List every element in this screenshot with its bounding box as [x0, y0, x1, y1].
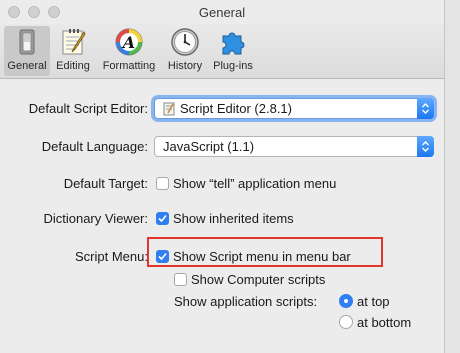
- notepad-pencil-icon: [62, 29, 86, 55]
- default-language-popup[interactable]: JavaScript (1.1): [154, 136, 434, 157]
- tab-formatting[interactable]: A Formatting: [97, 26, 161, 76]
- default-editor-popup[interactable]: Script Editor (2.8.1): [154, 98, 434, 119]
- color-font-icon: A: [115, 28, 143, 56]
- default-editor-value: Script Editor (2.8.1): [180, 101, 292, 116]
- show-inherited-items-text: Show inherited items: [173, 211, 294, 226]
- checkmark-icon: [158, 214, 167, 223]
- puzzle-piece-icon: [222, 32, 245, 55]
- close-window-button[interactable]: [8, 6, 20, 18]
- general-switch-icon: [19, 29, 35, 55]
- popup-stepper: [417, 98, 434, 119]
- popup-stepper: [417, 136, 434, 157]
- svg-text:A: A: [121, 33, 135, 52]
- app-scripts-at-top-text: at top: [357, 294, 390, 309]
- tab-history[interactable]: History: [163, 26, 207, 76]
- zoom-window-button[interactable]: [48, 6, 60, 18]
- window-title: General: [198, 5, 246, 20]
- app-scripts-at-bottom-text: at bottom: [357, 315, 412, 330]
- tab-plugins-label: Plug-ins: [213, 60, 253, 72]
- show-app-scripts-label: Show application scripts:: [174, 294, 318, 309]
- show-computer-scripts-text: Show Computer scripts: [191, 272, 326, 287]
- clock-icon: [171, 28, 199, 56]
- tab-editing-label: Editing: [56, 60, 90, 72]
- default-editor-label: Default Script Editor:: [28, 101, 148, 116]
- preferences-window: General General Editing A Formatting His…: [0, 0, 445, 353]
- title-bar: General: [0, 0, 444, 24]
- show-tell-menu-text: Show “tell” application menu: [173, 176, 337, 191]
- background-window-edge: [445, 0, 460, 353]
- dictionary-viewer-label: Dictionary Viewer:: [43, 211, 148, 226]
- annotation-highlight-box: [147, 237, 383, 267]
- tab-editing[interactable]: Editing: [52, 26, 94, 76]
- general-settings-panel: Default Script Editor: Script Editor (2.…: [0, 79, 444, 353]
- minimize-window-button[interactable]: [28, 6, 40, 18]
- tab-general-label: General: [7, 60, 47, 72]
- default-target-label: Default Target:: [63, 176, 148, 191]
- tab-history-label: History: [167, 60, 203, 72]
- script-menu-label: Script Menu:: [75, 249, 148, 264]
- default-language-value: JavaScript (1.1): [163, 139, 255, 154]
- show-computer-scripts-checkbox[interactable]: [174, 273, 187, 286]
- tab-plugins[interactable]: Plug-ins: [208, 26, 258, 76]
- tab-formatting-label: Formatting: [102, 60, 156, 72]
- show-inherited-items-checkbox[interactable]: [156, 212, 169, 225]
- tab-general[interactable]: General: [4, 26, 50, 76]
- default-language-label: Default Language:: [41, 139, 148, 154]
- preferences-toolbar: General Editing A Formatting History Plu…: [0, 24, 444, 79]
- script-editor-app-icon: [163, 102, 175, 116]
- updown-arrows-icon: [422, 141, 429, 152]
- app-scripts-at-bottom-radio[interactable]: [339, 315, 353, 329]
- app-scripts-at-top-radio[interactable]: [339, 294, 353, 308]
- updown-arrows-icon: [422, 103, 429, 114]
- show-tell-menu-checkbox[interactable]: [156, 177, 169, 190]
